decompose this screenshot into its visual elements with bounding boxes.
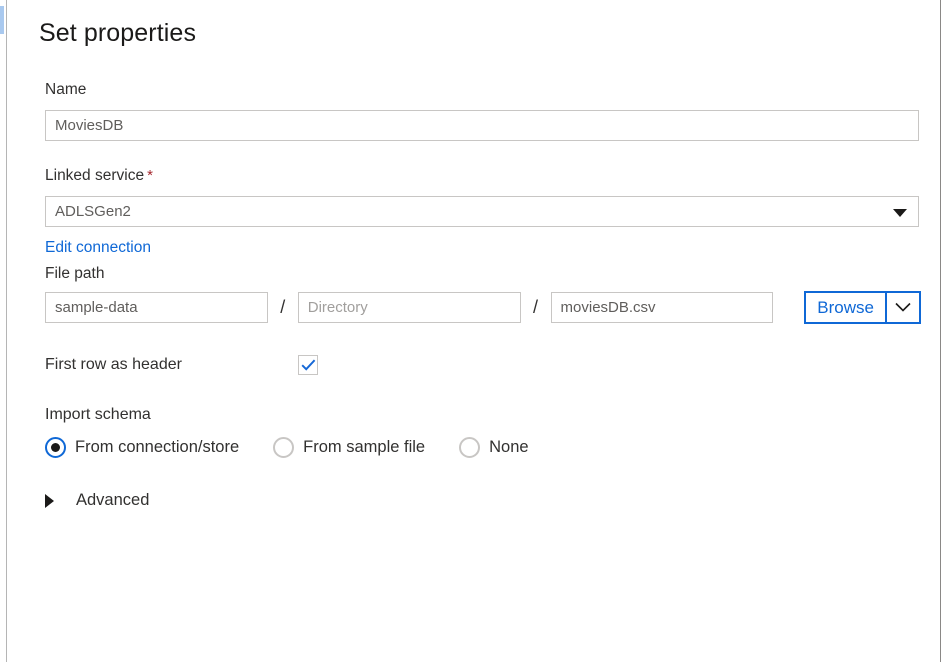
- file-path-row: / / Browse: [45, 291, 921, 324]
- edit-connection-link[interactable]: Edit connection: [45, 238, 151, 258]
- file-field: [551, 292, 774, 323]
- path-separator-1: /: [268, 297, 298, 318]
- linked-service-label: Linked service*: [45, 166, 919, 186]
- linked-service-value[interactable]: [45, 196, 919, 227]
- directory-field: [298, 292, 521, 323]
- first-row-as-header-group: First row as header: [45, 355, 445, 375]
- first-row-label: First row as header: [45, 356, 298, 374]
- directory-input[interactable]: [298, 292, 521, 323]
- browse-dropdown-button[interactable]: [885, 293, 919, 322]
- name-field-group: Name: [45, 80, 919, 141]
- browse-button[interactable]: Browse: [806, 293, 885, 322]
- advanced-section-toggle[interactable]: Advanced: [45, 491, 149, 510]
- name-label: Name: [45, 80, 919, 100]
- import-schema-label: Import schema: [45, 406, 151, 424]
- radio-mark-icon: [273, 437, 294, 458]
- linked-service-group: Linked service*: [45, 166, 919, 227]
- radio-from-connection-store[interactable]: From connection/store: [45, 437, 239, 458]
- linked-service-select[interactable]: [45, 196, 919, 227]
- chevron-down-icon: [895, 302, 911, 313]
- radio-mark-icon: [459, 437, 480, 458]
- file-input[interactable]: [551, 292, 774, 323]
- left-edge-accent: [0, 6, 4, 34]
- radio-from-sample-file[interactable]: From sample file: [273, 437, 425, 458]
- radio-mark-icon: [45, 437, 66, 458]
- import-schema-radio-group: From connection/store From sample file N…: [45, 437, 563, 458]
- name-input[interactable]: [45, 110, 919, 141]
- radio-label: From connection/store: [75, 438, 239, 457]
- linked-service-label-text: Linked service: [45, 167, 144, 184]
- container-input[interactable]: [45, 292, 268, 323]
- file-path-label: File path: [45, 264, 104, 284]
- first-row-checkbox[interactable]: [298, 355, 318, 375]
- page-title: Set properties: [39, 0, 919, 49]
- set-properties-panel: Set properties Name Linked service* Edit…: [6, 0, 941, 662]
- radio-label: From sample file: [303, 438, 425, 457]
- radio-none[interactable]: None: [459, 437, 528, 458]
- container-field: [45, 292, 268, 323]
- advanced-label: Advanced: [76, 491, 149, 510]
- radio-label: None: [489, 438, 528, 457]
- browse-button-group: Browse: [804, 291, 921, 324]
- required-asterisk: *: [147, 167, 153, 184]
- panel-content: Set properties: [39, 0, 919, 49]
- checkmark-icon: [301, 359, 316, 371]
- triangle-right-icon: [45, 494, 54, 508]
- path-separator-2: /: [521, 297, 551, 318]
